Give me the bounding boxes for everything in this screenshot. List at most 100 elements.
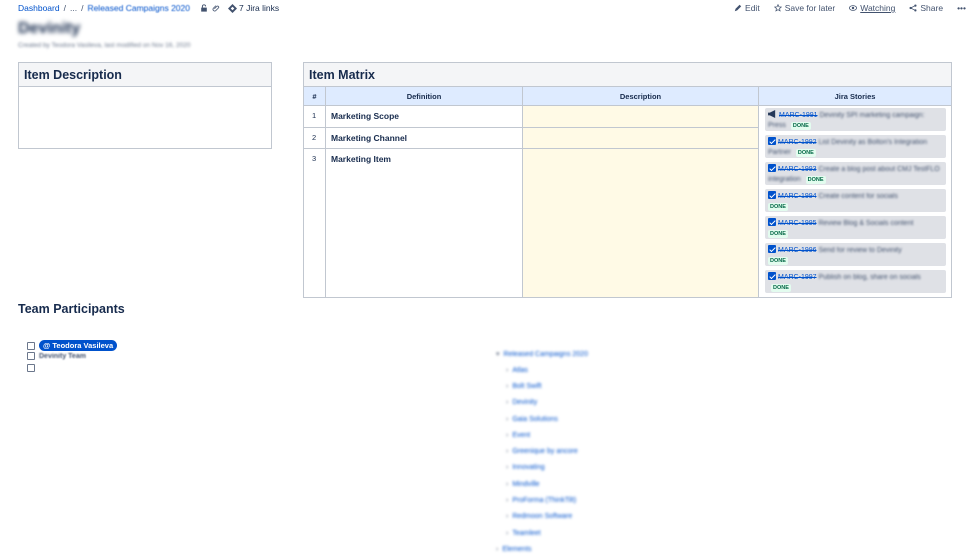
top-bar: Dashboard / ... / Released Campaigns 202… (0, 0, 980, 18)
edit-label: Edit (745, 3, 760, 13)
share-label: Share (920, 3, 944, 13)
breadcrumb: Dashboard / ... / Released Campaigns 202… (18, 3, 279, 13)
item-matrix-title: Item Matrix (304, 63, 951, 87)
page-tree-item[interactable]: Greenique by ancore (506, 448, 577, 455)
status-badge: DONE (768, 257, 788, 265)
status-badge: DONE (768, 203, 788, 211)
page-tree-item[interactable]: Mindville (506, 481, 539, 488)
item-matrix-panel: Item Matrix # Definition Description Jir… (303, 62, 952, 298)
team-name: Devinity Team (39, 352, 86, 360)
unlock-icon[interactable] (200, 4, 208, 12)
eye-icon (849, 5, 858, 11)
more-actions-button[interactable]: ••• (957, 3, 966, 13)
jira-story[interactable]: MARC-1992 List Devinity as Bolton's Inte… (765, 135, 946, 158)
page-tree-item[interactable]: Teamleet (506, 530, 540, 537)
jira-story[interactable]: MARC-1993 Create a blog post about CMJ T… (765, 162, 946, 185)
row-number: 1 (304, 106, 326, 128)
task-check-icon (768, 164, 776, 172)
item-description-title: Item Description (19, 63, 271, 87)
star-icon (773, 4, 782, 12)
page-tree-item[interactable]: Devinity (506, 399, 537, 406)
task-check-icon (768, 137, 776, 145)
column-header-number: # (304, 87, 326, 106)
item-matrix-table: # Definition Description Jira Stories 1 … (304, 87, 951, 297)
page-actions: Edit Save for later Watching Share ••• (734, 3, 966, 13)
page-tree-root[interactable]: Released Campaigns 2020 (496, 350, 588, 358)
task-check-icon (768, 245, 776, 253)
jira-story-key[interactable]: MARC-1993 (778, 166, 817, 173)
row-number: 2 (304, 128, 326, 149)
task-item: @ Teodora Vasileva (27, 340, 118, 351)
page-tree-item[interactable]: ProForma (ThinkTilt) (506, 497, 576, 504)
definition-cell[interactable]: Marketing Scope (326, 106, 523, 128)
jira-story-summary: Create content for socials (818, 193, 898, 200)
task-checkbox[interactable] (27, 364, 35, 372)
user-mention[interactable]: @ Teodora Vasileva (39, 340, 118, 351)
item-description-panel: Item Description (18, 62, 272, 149)
jira-story-summary: Review Blog & Socials content (818, 220, 914, 227)
megaphone-icon (768, 110, 776, 118)
status-badge: DONE (805, 176, 826, 184)
jira-links[interactable]: 7 Jira links (227, 3, 280, 13)
jira-story-key[interactable]: MARC-1991 (779, 112, 818, 119)
team-participants-title: Team Participants (18, 302, 125, 316)
share-icon (909, 4, 917, 12)
jira-story[interactable]: MARC-1996 Send for review to Devinity DO… (765, 243, 946, 266)
row-number: 3 (304, 149, 326, 297)
breadcrumb-separator: / (81, 3, 84, 13)
description-cell[interactable] (523, 106, 759, 128)
jira-story-key[interactable]: MARC-1992 (778, 139, 817, 146)
column-header-definition: Definition (326, 87, 523, 106)
jira-story-key[interactable]: MARC-1994 (778, 193, 817, 200)
breadcrumb-parent[interactable]: Released Campaigns 2020 (87, 3, 190, 13)
task-checkbox[interactable] (27, 341, 35, 350)
definition-cell[interactable]: Marketing Channel (326, 128, 523, 149)
page-tree-item[interactable]: Bolt Swift (506, 383, 541, 390)
page-byline: Created by Teodora Vasileva, last modifi… (18, 42, 191, 49)
page-tree-item[interactable]: Redmoon Software (506, 513, 572, 520)
description-cell[interactable] (523, 149, 759, 297)
jira-story-key[interactable]: MARC-1995 (778, 220, 817, 227)
breadcrumb-ellipsis[interactable]: ... (70, 3, 77, 13)
jira-story[interactable]: MARC-1991 Devinity SPI marketing campaig… (765, 108, 946, 131)
page-tree-item[interactable]: Elements (496, 546, 531, 553)
save-for-later-button[interactable]: Save for later (773, 3, 836, 13)
column-header-description: Description (523, 87, 759, 106)
task-check-icon (768, 191, 776, 199)
watching-button[interactable]: Watching (849, 3, 895, 13)
jira-story-key[interactable]: MARC-1997 (778, 274, 817, 281)
task-item (27, 364, 35, 372)
jira-story[interactable]: MARC-1997 Publish on blog, share on soci… (765, 270, 946, 293)
status-badge: DONE (771, 284, 791, 292)
share-button[interactable]: Share (909, 3, 943, 13)
status-badge: DONE (795, 149, 816, 157)
description-cell[interactable] (523, 128, 759, 149)
definition-cell[interactable]: Marketing Item (326, 149, 523, 297)
task-check-icon (768, 218, 776, 226)
jira-links-label: 7 Jira links (238, 3, 280, 13)
watching-label: Watching (860, 3, 896, 13)
edit-button[interactable]: Edit (734, 3, 760, 13)
jira-story-summary: Send for review to Devinity (818, 247, 902, 254)
save-for-later-label: Save for later (784, 3, 836, 13)
jira-story[interactable]: MARC-1994 Create content for socials DON… (765, 189, 946, 212)
attachment-icon[interactable] (212, 4, 220, 12)
page-tree-item[interactable]: Gaia Solutions (506, 416, 558, 423)
jira-story[interactable]: MARC-1995 Review Blog & Socials content … (765, 216, 946, 239)
jira-stories-list: MARC-1991 Devinity SPI marketing campaig… (759, 106, 951, 297)
pencil-icon (734, 4, 742, 12)
page-tree-item[interactable]: Atlas (506, 367, 528, 374)
task-item: Devinity Team (27, 352, 86, 360)
task-check-icon (768, 272, 776, 280)
page-tree-item[interactable]: Event (506, 432, 530, 439)
jira-story-key[interactable]: MARC-1996 (778, 247, 817, 254)
task-checkbox[interactable] (27, 352, 35, 360)
status-badge: DONE (768, 230, 788, 238)
page-title: Devinity (18, 20, 81, 37)
column-header-jira-stories: Jira Stories (759, 87, 951, 106)
breadcrumb-dashboard[interactable]: Dashboard (18, 3, 60, 13)
page-tree-item[interactable]: Innovating (506, 464, 544, 471)
jira-icon (227, 3, 237, 13)
breadcrumb-separator: / (63, 3, 66, 13)
jira-story-summary: Publish on blog, share on socials (818, 274, 921, 281)
